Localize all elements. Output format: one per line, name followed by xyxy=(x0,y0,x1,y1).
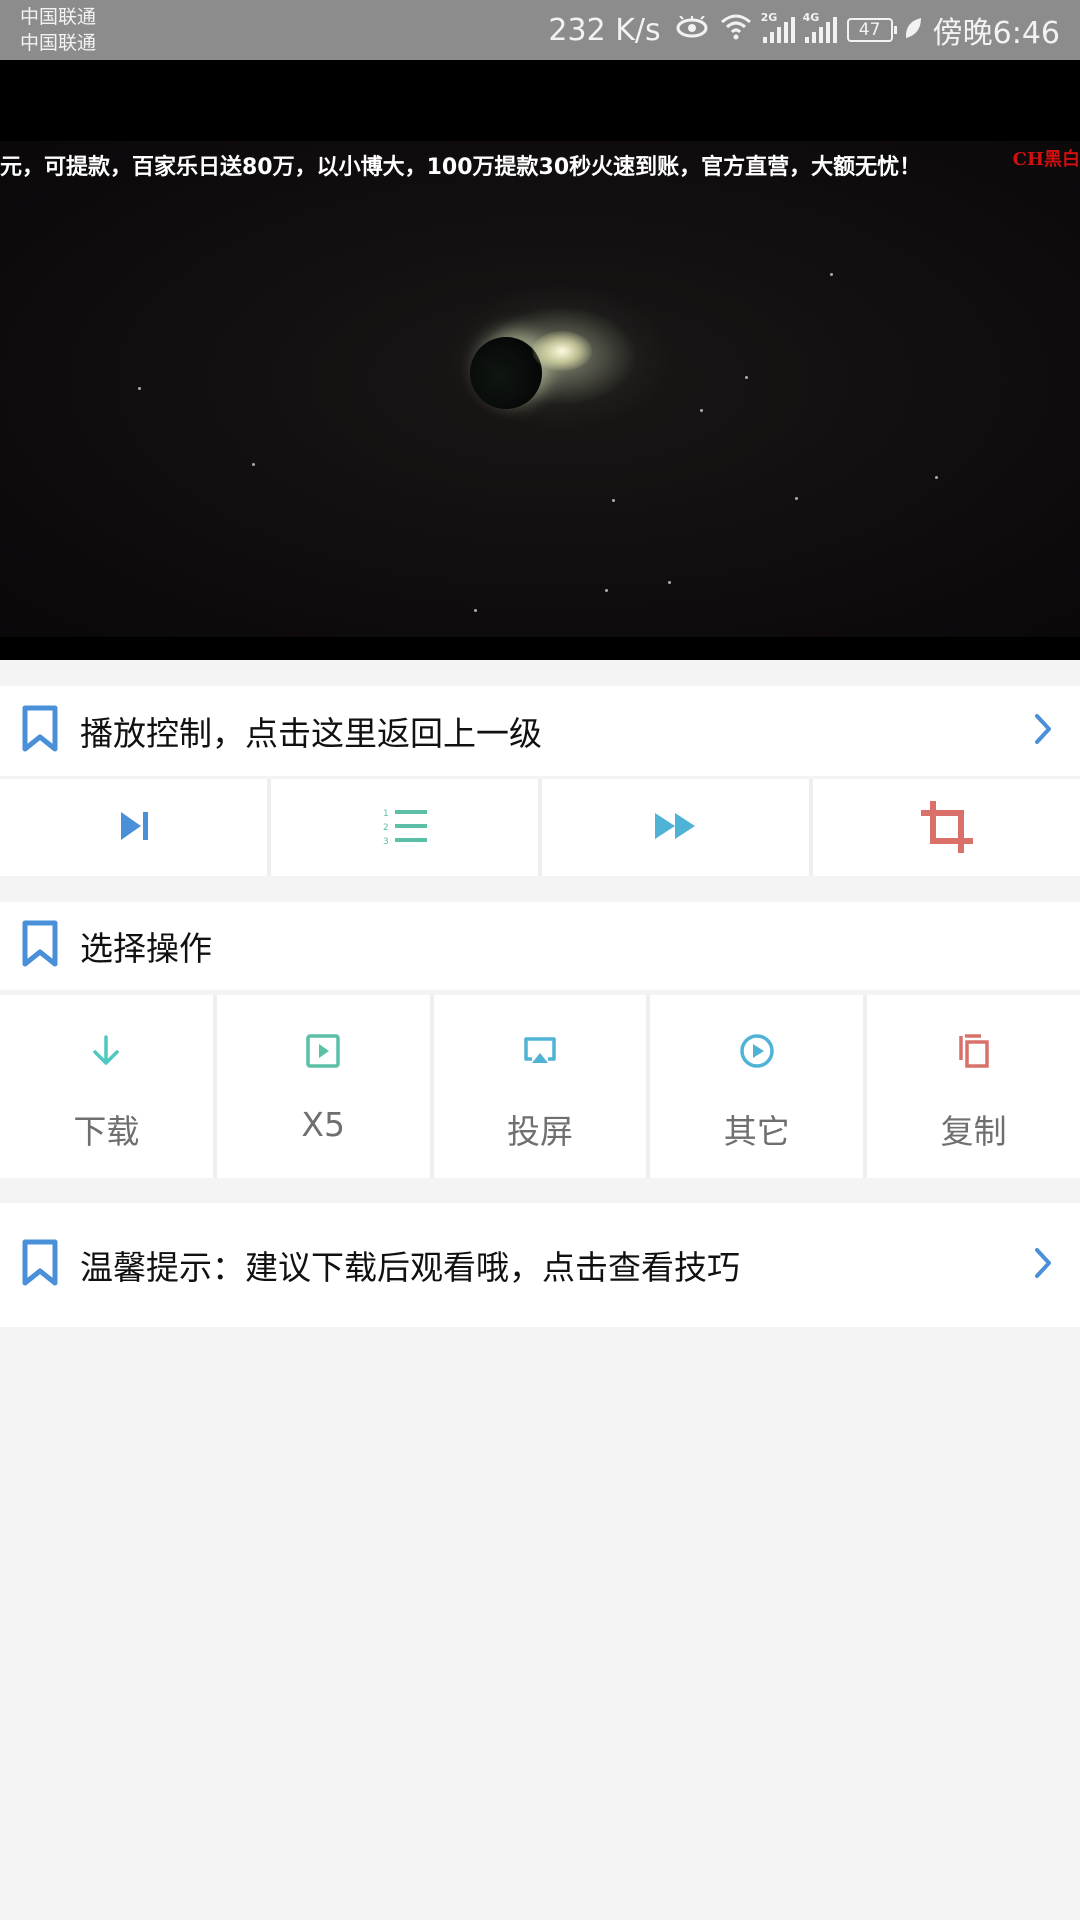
play-square-icon xyxy=(305,1033,341,1073)
copy-label: 复制 xyxy=(940,1112,1007,1151)
ad-marquee-text: 元，可提款，百家乐日送80万，以小博大，100万提款30秒火速到账，官方直营，大… xyxy=(0,155,922,180)
next-episode-button[interactable] xyxy=(0,779,267,876)
fast-forward-button[interactable] xyxy=(542,779,809,876)
tip-title: 温馨提示：建议下载后观看哦，点击查看技巧 xyxy=(80,1248,740,1287)
x5-label: X5 xyxy=(301,1105,345,1144)
svg-text:2: 2 xyxy=(383,823,389,833)
tip-row[interactable]: 温馨提示：建议下载后观看哦，点击查看技巧 xyxy=(0,1203,1080,1327)
copy-button[interactable]: 复制 xyxy=(867,995,1080,1178)
carrier-info: 中国联通 中国联通 xyxy=(20,4,96,56)
playback-control-title: 播放控制，点击这里返回上一级 xyxy=(80,714,542,753)
operation-grid: 下载 X5 投屏 其它 复制 xyxy=(0,995,1080,1178)
skip-next-icon xyxy=(117,809,151,847)
bookmark-icon xyxy=(20,1239,60,1291)
download-label: 下载 xyxy=(73,1112,140,1151)
select-operation-row: 选择操作 xyxy=(0,902,1080,990)
select-operation-title: 选择操作 xyxy=(80,929,212,968)
crop-icon xyxy=(919,799,975,859)
battery-icon: 47 xyxy=(846,18,897,42)
sun-glow xyxy=(532,331,592,371)
other-label: 其它 xyxy=(723,1112,790,1151)
signal-2g-icon: 2G xyxy=(761,11,795,43)
eye-icon xyxy=(675,13,709,48)
svg-text:1: 1 xyxy=(383,809,389,819)
playback-buttons: 1 2 3 xyxy=(0,779,1080,876)
playback-control-row[interactable]: 播放控制，点击这里返回上一级 xyxy=(0,686,1080,776)
channel-watermark: CH黑白 xyxy=(1012,149,1080,170)
status-bar: 中国联通 中国联通 232 K/s 2G 4G 47 傍晚6:46 xyxy=(0,0,1080,60)
fast-forward-icon xyxy=(653,809,699,847)
play-circle-icon xyxy=(739,1033,775,1073)
chevron-right-icon[interactable] xyxy=(1032,1246,1054,1284)
svg-text:3: 3 xyxy=(383,837,389,846)
playlist-button[interactable]: 1 2 3 xyxy=(271,779,538,876)
signal-4g-icon: 4G xyxy=(803,11,837,43)
download-button[interactable]: 下载 xyxy=(0,995,213,1178)
copy-icon xyxy=(956,1033,992,1073)
carrier-2: 中国联通 xyxy=(20,32,97,54)
cast-icon xyxy=(522,1033,558,1073)
clock: 傍晚6:46 xyxy=(932,16,1060,51)
wifi-icon xyxy=(719,12,753,48)
network-speed: 232 K/s xyxy=(548,12,661,48)
status-indicators: 232 K/s 2G 4G 47 傍晚6:46 xyxy=(548,0,1060,60)
other-button[interactable]: 其它 xyxy=(650,995,864,1178)
bookmark-icon xyxy=(20,705,60,757)
leaf-icon xyxy=(903,13,923,48)
x5-button[interactable]: X5 xyxy=(216,995,430,1178)
carrier-1: 中国联通 xyxy=(20,6,97,28)
cast-button[interactable]: 投屏 xyxy=(433,995,647,1178)
crop-button[interactable] xyxy=(813,779,1080,876)
video-frame[interactable] xyxy=(0,141,1080,637)
playlist-icon: 1 2 3 xyxy=(381,806,429,850)
chevron-right-icon[interactable] xyxy=(1032,712,1054,750)
download-icon xyxy=(88,1033,124,1073)
video-player[interactable]: 元，可提款，百家乐日送80万，以小博大，100万提款30秒火速到账，官方直营，大… xyxy=(0,60,1080,660)
cast-label: 投屏 xyxy=(506,1112,573,1151)
bookmark-icon xyxy=(20,920,60,972)
